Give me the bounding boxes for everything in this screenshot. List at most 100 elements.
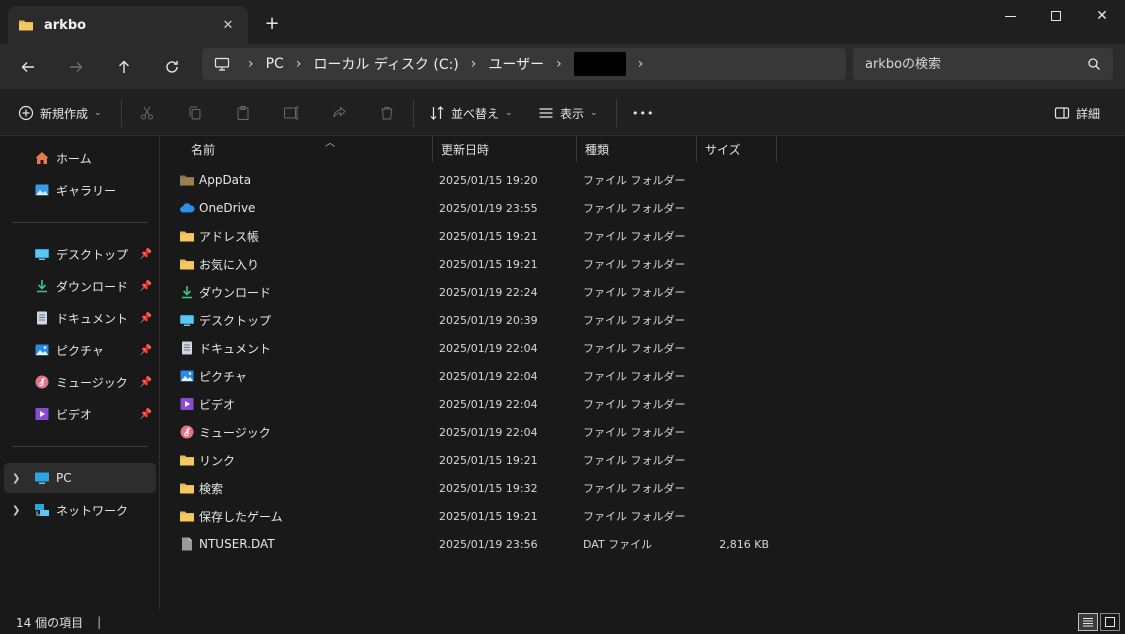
- new-button[interactable]: 新規作成 ⌄: [18, 99, 102, 127]
- pin-icon[interactable]: 📌: [140, 377, 152, 388]
- folder-icon: [18, 17, 34, 33]
- chevron-down-icon: ⌄: [590, 108, 598, 118]
- search-input[interactable]: [865, 56, 1087, 72]
- details-button-label: 詳細: [1076, 106, 1101, 121]
- nav-item-pc[interactable]: ❯ PC: [4, 463, 156, 493]
- file-modified: 2025/01/19 22:04: [439, 341, 538, 355]
- table-row[interactable]: NTUSER.DAT 2025/01/19 23:56 DAT ファイル 2,8…: [173, 530, 933, 558]
- nav-item-home[interactable]: ホーム: [4, 143, 156, 173]
- rename-button[interactable]: [283, 99, 299, 127]
- chevron-right-icon[interactable]: ❯: [12, 473, 20, 484]
- tiles-view-icon: [1105, 617, 1115, 627]
- minimize-button[interactable]: [987, 0, 1033, 32]
- breadcrumb-users[interactable]: ユーザー: [488, 54, 544, 74]
- cut-button[interactable]: [139, 99, 155, 127]
- nav-item-pictures[interactable]: ピクチャ 📌: [4, 335, 156, 365]
- chevron-right-icon[interactable]: ›: [471, 56, 477, 72]
- chevron-right-icon[interactable]: ›: [556, 56, 562, 72]
- chevron-right-icon[interactable]: ❯: [12, 505, 20, 516]
- chevron-right-icon[interactable]: ›: [248, 56, 254, 72]
- folder-icon: [179, 508, 195, 524]
- pin-icon[interactable]: 📌: [140, 345, 152, 356]
- tab-arkbo[interactable]: arkbo ✕: [8, 6, 248, 44]
- pictures-icon: [179, 368, 195, 384]
- view-button[interactable]: 表示 ⌄: [538, 99, 598, 127]
- pin-icon[interactable]: 📌: [140, 313, 152, 324]
- more-options-button[interactable]: •••: [632, 99, 654, 127]
- delete-button[interactable]: [379, 99, 395, 127]
- search-box[interactable]: [853, 48, 1113, 80]
- details-pane-icon: [1054, 107, 1070, 119]
- column-header-size[interactable]: サイズ: [697, 136, 777, 162]
- table-row[interactable]: ダウンロード 2025/01/19 22:24 ファイル フォルダー: [173, 278, 933, 306]
- maximize-button[interactable]: [1033, 0, 1079, 32]
- sort-button[interactable]: 並べ替え ⌄: [429, 99, 513, 127]
- nav-item-downloads[interactable]: ダウンロード 📌: [4, 271, 156, 301]
- nav-item-videos[interactable]: ビデオ 📌: [4, 399, 156, 429]
- table-row[interactable]: ピクチャ 2025/01/19 22:04 ファイル フォルダー: [173, 362, 933, 390]
- new-tab-button[interactable]: +: [262, 12, 282, 36]
- file-list: ︿ 名前 更新日時 種類 サイズ AppData 2025/01/15 19:2…: [161, 136, 1125, 610]
- column-header-name[interactable]: ︿ 名前: [183, 136, 433, 162]
- share-button[interactable]: [331, 99, 347, 127]
- nav-item-music[interactable]: ミュージック 📌: [4, 367, 156, 397]
- file-type: ファイル フォルダー: [583, 202, 686, 215]
- file-type: ファイル フォルダー: [583, 398, 686, 411]
- file-modified: 2025/01/19 20:39: [439, 313, 538, 327]
- copy-button[interactable]: [187, 99, 203, 127]
- nav-item-network[interactable]: ❯ ネットワーク: [4, 495, 156, 525]
- address-row: › PC › ローカル ディスク (C:) › ユーザー › ›: [0, 44, 1125, 89]
- monitor-icon: [214, 56, 230, 72]
- refresh-button[interactable]: [157, 52, 187, 82]
- close-button[interactable]: ✕: [1079, 0, 1125, 32]
- breadcrumb-local-disk[interactable]: ローカル ディスク (C:): [313, 54, 458, 74]
- pin-icon[interactable]: 📌: [140, 249, 152, 260]
- status-cursor: |: [97, 615, 102, 629]
- pin-icon[interactable]: 📌: [140, 409, 152, 420]
- table-row[interactable]: ビデオ 2025/01/19 22:04 ファイル フォルダー: [173, 390, 933, 418]
- table-row[interactable]: OneDrive 2025/01/19 23:55 ファイル フォルダー: [173, 194, 933, 222]
- chevron-right-icon[interactable]: ›: [638, 56, 644, 72]
- breadcrumb-pc[interactable]: PC: [266, 56, 284, 72]
- document-icon: [179, 340, 195, 356]
- nav-item-documents[interactable]: ドキュメント 📌: [4, 303, 156, 333]
- up-button[interactable]: [109, 52, 139, 82]
- column-header-label: サイズ: [705, 142, 741, 157]
- sort-up-icon: ︿: [325, 138, 335, 149]
- table-row[interactable]: アドレス帳 2025/01/15 19:21 ファイル フォルダー: [173, 222, 933, 250]
- forward-button[interactable]: [61, 52, 91, 82]
- divider: [12, 222, 148, 223]
- tiles-view-button[interactable]: [1100, 613, 1120, 631]
- column-header-label: 更新日時: [441, 142, 490, 157]
- address-bar[interactable]: › PC › ローカル ディスク (C:) › ユーザー › ›: [202, 48, 846, 80]
- pin-icon[interactable]: 📌: [140, 281, 152, 292]
- table-row[interactable]: リンク 2025/01/15 19:21 ファイル フォルダー: [173, 446, 933, 474]
- table-row[interactable]: デスクトップ 2025/01/19 20:39 ファイル フォルダー: [173, 306, 933, 334]
- column-header-modified[interactable]: 更新日時: [433, 136, 577, 162]
- nav-item-label: ドキュメント: [56, 311, 129, 326]
- redacted-breadcrumb[interactable]: [573, 52, 626, 76]
- video-icon: [179, 396, 195, 412]
- minimize-icon: [1004, 15, 1016, 17]
- close-tab-button[interactable]: ✕: [218, 18, 238, 33]
- table-row[interactable]: ドキュメント 2025/01/19 22:04 ファイル フォルダー: [173, 334, 933, 362]
- network-icon: [34, 502, 50, 518]
- file-type: ファイル フォルダー: [583, 342, 686, 355]
- nav-item-gallery[interactable]: ギャラリー: [4, 175, 156, 205]
- nav-item-desktop[interactable]: デスクトップ 📌: [4, 239, 156, 269]
- details-view-button[interactable]: [1078, 613, 1098, 631]
- file-modified: 2025/01/15 19:32: [439, 481, 538, 495]
- arrow-right-icon: [70, 62, 83, 72]
- table-row[interactable]: ミュージック 2025/01/19 22:04 ファイル フォルダー: [173, 418, 933, 446]
- file-modified: 2025/01/19 23:56: [439, 537, 538, 551]
- table-row[interactable]: お気に入り 2025/01/15 19:21 ファイル フォルダー: [173, 250, 933, 278]
- column-header-type[interactable]: 種類: [577, 136, 697, 162]
- chevron-right-icon[interactable]: ›: [296, 56, 302, 72]
- details-button[interactable]: 詳細: [1054, 99, 1100, 127]
- table-row[interactable]: 検索 2025/01/15 19:32 ファイル フォルダー: [173, 474, 933, 502]
- table-row[interactable]: 保存したゲーム 2025/01/15 19:21 ファイル フォルダー: [173, 502, 933, 530]
- table-row[interactable]: AppData 2025/01/15 19:20 ファイル フォルダー: [173, 166, 933, 194]
- chevron-down-icon: ⌄: [94, 108, 102, 118]
- back-button[interactable]: [13, 52, 43, 82]
- paste-button[interactable]: [235, 99, 251, 127]
